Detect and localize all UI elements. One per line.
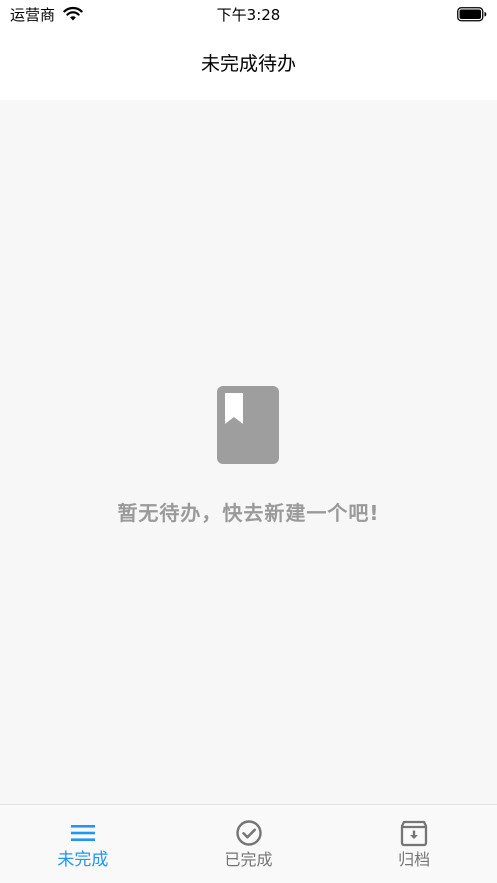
archive-icon [399,818,429,848]
app-screen: 运营商 下午3:28 未完成待办 暂无待办，快去新建一个吧! 未完成 已完成 归… [0,0,497,883]
tab-completed[interactable]: 已完成 [166,805,332,883]
page-title: 未完成待办 [200,53,296,75]
list-icon [68,818,98,848]
todo-list-area: 暂无待办，快去新建一个吧! [0,100,497,883]
tab-archive[interactable]: 归档 [331,805,497,883]
tab-incomplete[interactable]: 未完成 [0,805,166,883]
battery-icon [457,7,487,26]
book-bookmark-icon [217,386,279,464]
tab-label: 归档 [398,850,431,869]
status-bar: 运营商 下午3:28 [0,0,497,30]
empty-state-message: 暂无待办，快去新建一个吧! [117,501,380,525]
tab-label: 已完成 [224,850,273,869]
check-circle-icon [234,818,264,848]
bottom-tab-bar: 未完成 已完成 归档 [0,804,497,883]
tab-label: 未完成 [57,850,109,870]
nav-bar: 未完成待办 [0,30,497,100]
status-time: 下午3:28 [216,6,281,24]
